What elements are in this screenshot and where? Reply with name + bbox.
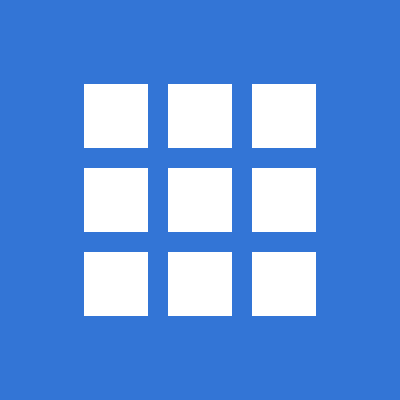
grid-square xyxy=(252,252,316,316)
grid-square xyxy=(252,84,316,148)
grid-square xyxy=(84,168,148,232)
grid-square xyxy=(84,84,148,148)
grid-square xyxy=(168,168,232,232)
app-grid-icon xyxy=(84,84,316,316)
grid-square xyxy=(168,84,232,148)
app-grid-tile xyxy=(0,0,400,400)
grid-square xyxy=(252,168,316,232)
grid-square xyxy=(84,252,148,316)
grid-square xyxy=(168,252,232,316)
